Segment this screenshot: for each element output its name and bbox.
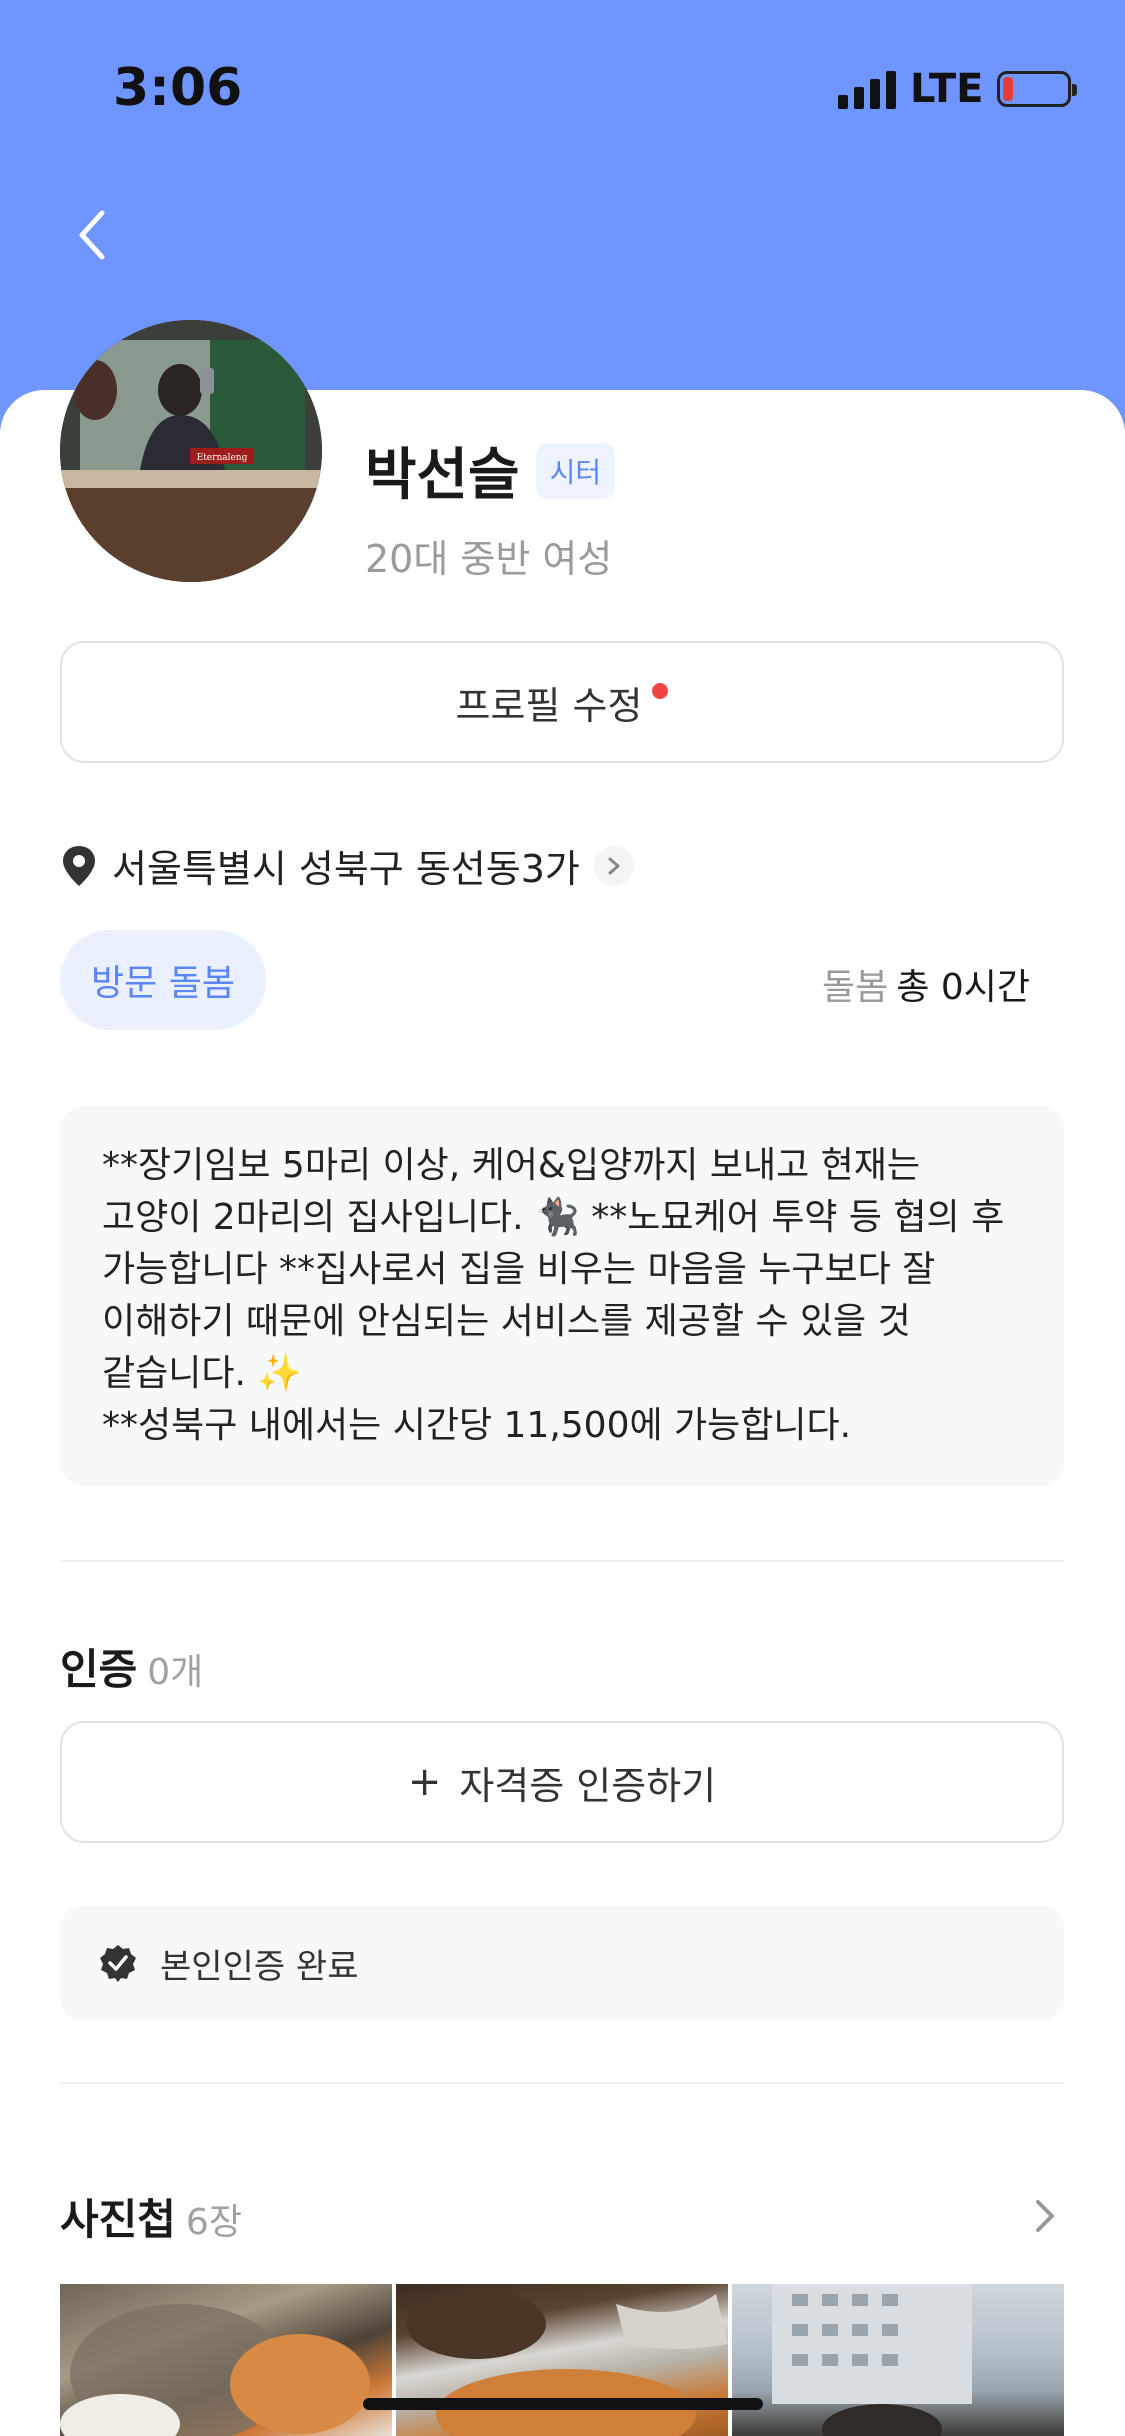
divider — [60, 2082, 1064, 2084]
cat-photo-art — [406, 2289, 728, 2436]
edit-profile-button[interactable]: 프로필 수정 — [60, 641, 1064, 763]
cat-photo-2[interactable] — [396, 2284, 728, 2436]
certification-title: 인증 — [60, 1645, 138, 1694]
divider — [60, 1560, 1064, 1562]
album-chevron-icon[interactable] — [1030, 2196, 1060, 2236]
album-title: 사진첩 — [60, 2195, 176, 2244]
care-hours: 돌봄 총 0시간 — [822, 958, 1030, 1010]
add-certificate-button[interactable]: + 자격증 인증하기 — [60, 1721, 1064, 1843]
avatar[interactable]: Eternaleng — [60, 320, 322, 582]
location-row[interactable]: 서울특별시 성북구 동선동3가 — [60, 838, 634, 893]
verified-badge-icon — [100, 1945, 136, 1982]
photo-grid — [60, 2284, 1064, 2436]
battery-icon — [997, 71, 1078, 107]
notification-dot — [652, 683, 669, 699]
back-chevron-icon[interactable] — [66, 205, 126, 265]
album-header[interactable]: 사진첩 6장 — [60, 2186, 242, 2247]
add-certificate-label: 자격증 인증하기 — [459, 1763, 717, 1808]
plus-icon: + — [407, 1759, 442, 1805]
name-row: 박선슬 시터 — [365, 430, 616, 511]
cat-photo-1[interactable] — [60, 2284, 392, 2436]
age-gender: 20대 중반 여성 — [365, 537, 613, 581]
status-indicators: LTE — [838, 64, 1078, 114]
location-address: 서울특별시 성북구 동선동3가 — [112, 847, 580, 891]
signal-icon — [838, 69, 896, 109]
certification-count: 0개 — [147, 1652, 204, 1693]
identity-verified-label: 본인인증 완료 — [160, 1946, 359, 1987]
edit-profile-label: 프로필 수정 — [455, 683, 643, 728]
avatar-photo: Eternaleng — [60, 320, 322, 582]
location-pin-icon — [63, 845, 95, 886]
role-badge: 시터 — [535, 442, 616, 499]
care-hours-value: 총 0시간 — [896, 967, 1030, 1008]
home-indicator — [363, 2398, 763, 2410]
cat-photo-3[interactable] — [732, 2284, 1064, 2436]
profile-name: 박선슬 — [365, 443, 520, 508]
status-time: 3:06 — [113, 58, 243, 118]
album-count: 6장 — [185, 2202, 242, 2243]
cat-photo-art — [772, 2284, 972, 2436]
care-hours-label: 돌봄 — [822, 967, 889, 1008]
intro-text: **장기임보 5마리 이상, 케어&입양까지 보내고 현재는 고양이 2마리의 … — [60, 1106, 1064, 1486]
visit-care-pill: 방문 돌봄 — [60, 930, 266, 1030]
avatar-sign-text: Eternaleng — [197, 453, 248, 463]
certification-header: 인증 0개 — [60, 1636, 203, 1697]
cat-photo-art — [60, 2304, 370, 2436]
network-type: LTE — [910, 66, 984, 112]
identity-verified-box: 본인인증 완료 — [60, 1906, 1064, 2020]
location-chevron-icon — [593, 845, 634, 886]
